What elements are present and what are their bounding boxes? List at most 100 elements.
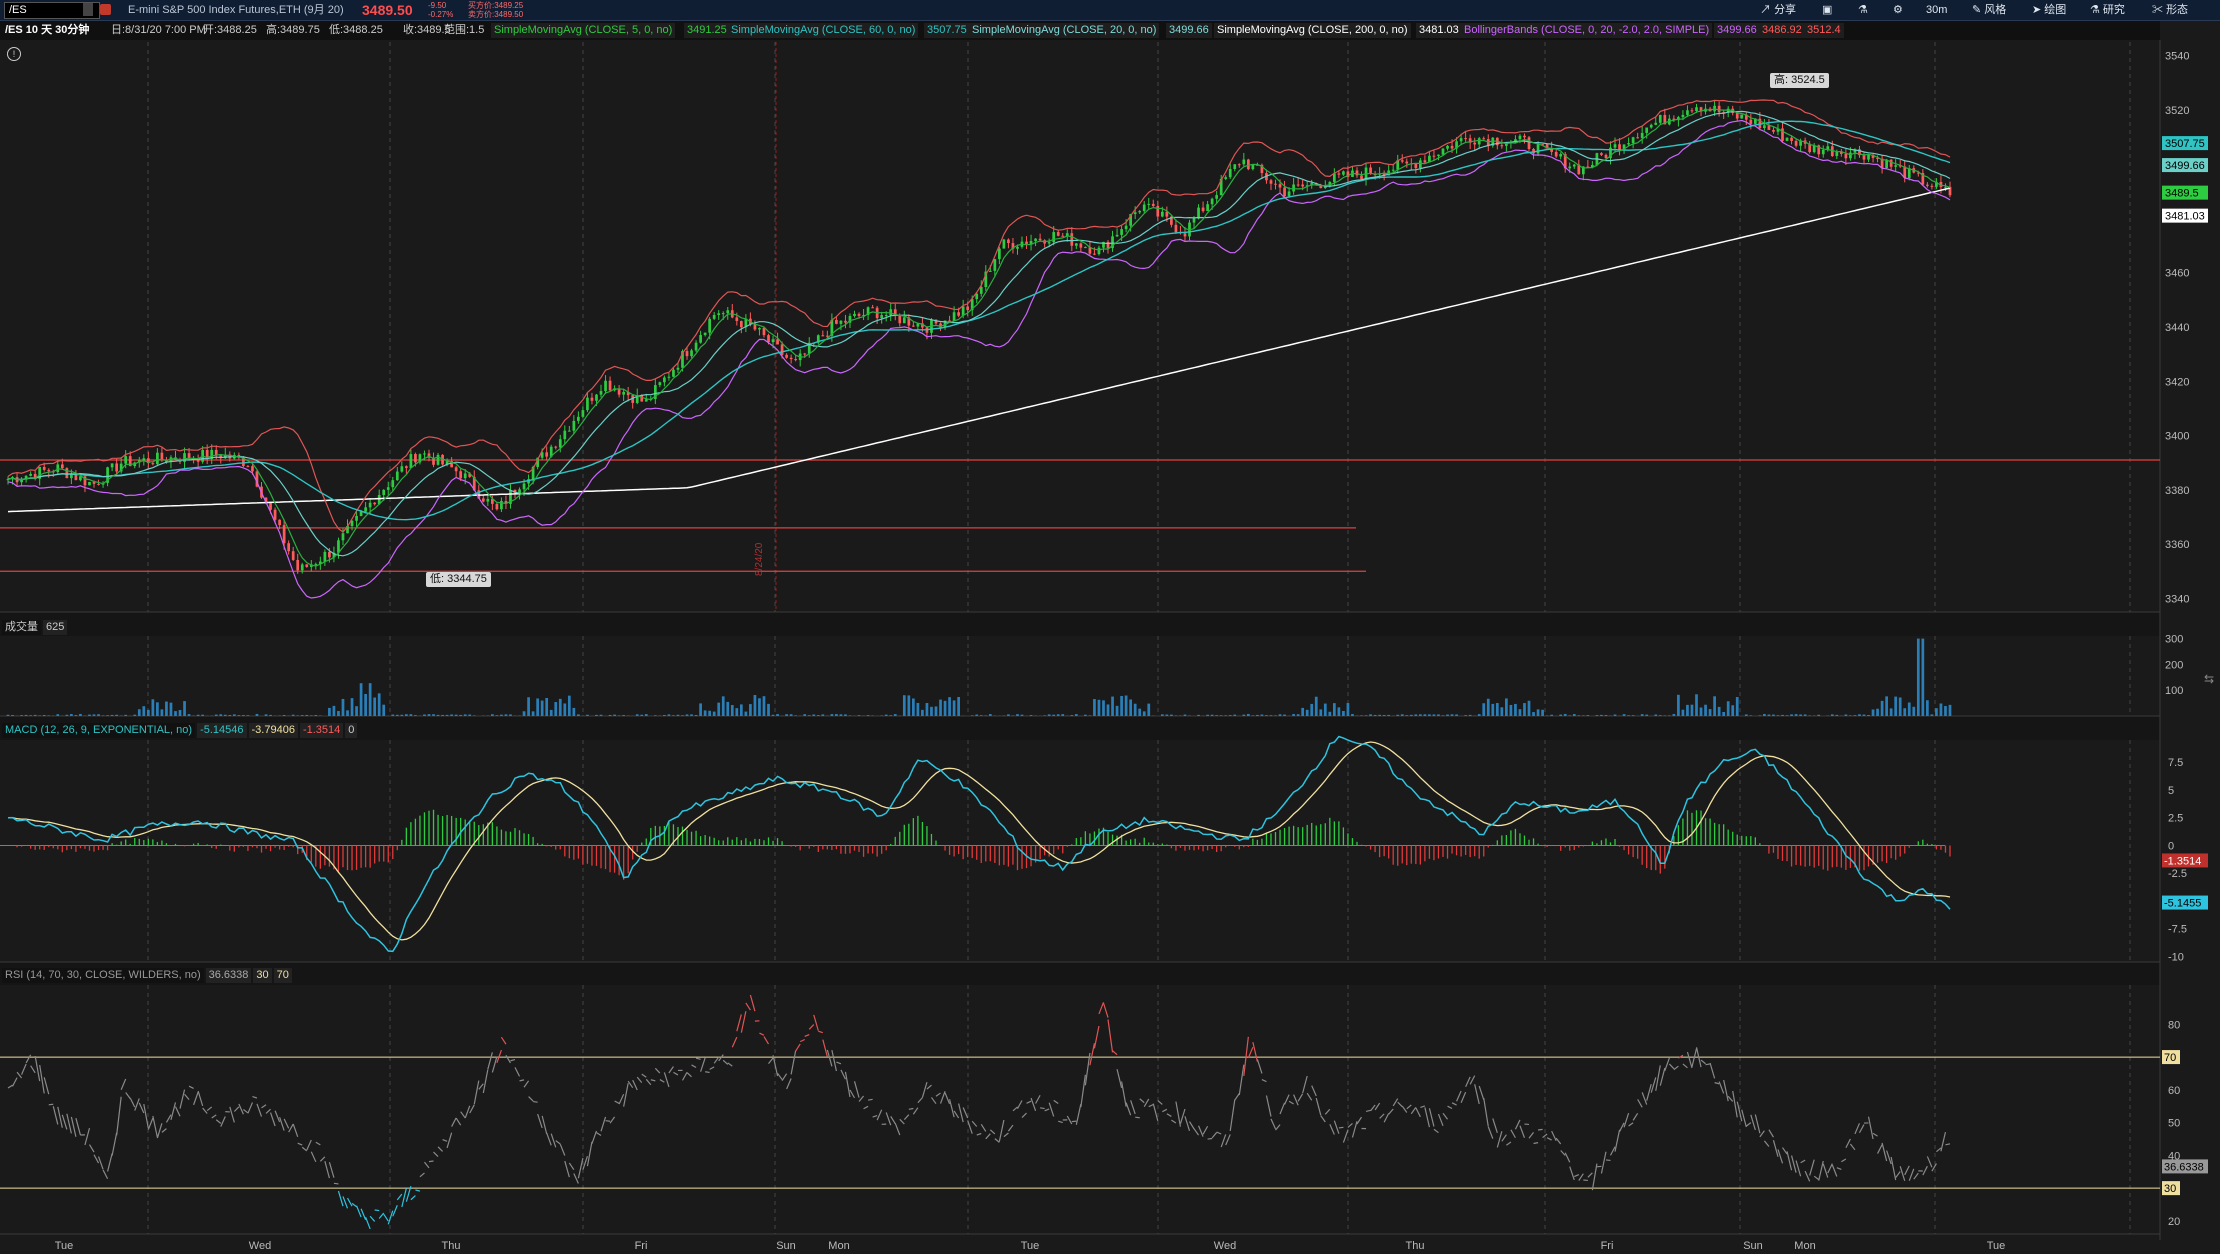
rsi-line-segment xyxy=(1044,1108,1050,1112)
rsi-line-segment xyxy=(161,1128,167,1133)
rsi-line-segment xyxy=(994,1138,1000,1143)
volume-bar xyxy=(536,698,539,716)
volume-bar xyxy=(1817,714,1821,716)
info-icon[interactable]: ! xyxy=(7,47,21,61)
rsi-line-segment xyxy=(1220,1134,1227,1148)
volume-value: 625 xyxy=(43,620,68,635)
volume-bar xyxy=(1206,714,1209,716)
volume-bar xyxy=(540,700,544,716)
volume-bar xyxy=(1867,714,1870,716)
candle-body xyxy=(1007,239,1010,244)
rsi-line-segment xyxy=(1465,1076,1471,1087)
candle-body xyxy=(1695,107,1698,112)
rsi-line-segment xyxy=(681,1072,688,1081)
candle-body xyxy=(1735,112,1739,119)
macd-zero: 0 xyxy=(345,723,358,738)
rsi-line-segment xyxy=(849,1089,856,1099)
volume-bar xyxy=(1170,714,1173,716)
rsi-panel[interactable] xyxy=(0,994,2160,1230)
chart-canvas: 3540352035003480346034403420340033803360… xyxy=(0,40,2208,1252)
rsi-line-segment xyxy=(1270,1118,1277,1130)
volume-bar xyxy=(681,715,684,716)
candle-body xyxy=(423,453,426,455)
volume-bar xyxy=(835,714,838,716)
volume-bar xyxy=(563,703,567,716)
candle-body xyxy=(912,325,915,327)
rsi-line-segment xyxy=(1673,1065,1679,1071)
volume-bar xyxy=(613,714,616,716)
rsi-line-segment xyxy=(822,1039,828,1057)
candle-body xyxy=(1867,155,1870,160)
rsi-line-segment xyxy=(1089,1043,1096,1066)
candle-body xyxy=(405,466,408,469)
rsi-line-segment xyxy=(1162,1108,1168,1113)
volume-bar xyxy=(635,714,639,716)
rsi-line-segment xyxy=(1668,1063,1675,1070)
macd-panel[interactable] xyxy=(0,735,1951,953)
rsi-line-segment xyxy=(749,994,756,1012)
candle-body xyxy=(1251,164,1255,170)
rsi-line-segment xyxy=(1053,1099,1059,1104)
candle-body xyxy=(1749,119,1753,124)
volume-bar xyxy=(242,715,245,716)
volume-bar xyxy=(495,715,499,716)
candle-body xyxy=(663,377,666,383)
volume-bar xyxy=(509,714,512,716)
volume-bar xyxy=(912,698,915,716)
rsi-line-segment xyxy=(618,1094,625,1105)
volume-bar xyxy=(1142,711,1146,716)
rsi-line-segment xyxy=(238,1103,244,1115)
volume-bar xyxy=(1351,714,1354,716)
rsi-line-segment xyxy=(1804,1170,1811,1182)
volume-bar xyxy=(749,704,752,716)
rsi-line-segment xyxy=(1831,1164,1838,1177)
volume-bar xyxy=(703,710,707,716)
volume-bar xyxy=(1744,714,1748,716)
rsi-line-segment xyxy=(1614,1129,1621,1152)
rsi-line-segment xyxy=(1587,1172,1593,1178)
volume-bar xyxy=(1849,715,1852,716)
x-axis-label: Mon xyxy=(1794,1240,1815,1252)
rsi-line-segment xyxy=(229,1106,235,1123)
volume-bar xyxy=(1016,714,1019,716)
rsi-label[interactable]: RSI (14, 70, 30, CLOSE, WILDERS, no) xyxy=(2,968,204,983)
volume-bar xyxy=(988,714,992,716)
volume-bar xyxy=(1147,703,1151,716)
volume-bar xyxy=(1631,715,1635,716)
volume-bar xyxy=(1500,707,1504,716)
macd-label[interactable]: MACD (12, 26, 9, EXPONENTIAL, no) xyxy=(2,723,196,738)
candle-body xyxy=(988,270,992,272)
candle-body xyxy=(1423,160,1427,163)
volume-bar xyxy=(667,714,671,716)
rsi-line-segment xyxy=(111,1132,118,1156)
volume-bar xyxy=(1876,708,1879,716)
rsi-line-segment xyxy=(1754,1114,1761,1134)
rsi-line-segment xyxy=(1130,1100,1136,1115)
volume-bar xyxy=(1120,695,1123,716)
price-panel[interactable] xyxy=(0,99,2160,599)
volume-bar xyxy=(690,714,693,716)
candle-body xyxy=(1237,164,1241,166)
volume-bar xyxy=(1165,714,1169,716)
x-axis-label: Mon xyxy=(828,1240,849,1252)
rsi-line-segment xyxy=(1890,1156,1897,1181)
rsi-line-segment xyxy=(998,1119,1005,1142)
rsi-line-segment xyxy=(980,1124,987,1132)
volume-bar xyxy=(1124,695,1128,716)
rsi-line-segment xyxy=(1546,1137,1552,1141)
rsi-line-segment xyxy=(1745,1122,1752,1127)
rsi-line-segment xyxy=(722,1059,729,1065)
rsi-line-segment xyxy=(813,1014,819,1031)
rsi-line-segment xyxy=(1881,1142,1888,1162)
volume-panel[interactable] xyxy=(6,638,1952,716)
volume-bar xyxy=(531,711,535,716)
volume-label[interactable]: 成交量 xyxy=(2,620,41,635)
volume-bar xyxy=(893,714,897,716)
rsi-line-segment xyxy=(1420,1105,1426,1109)
rsi-line-segment xyxy=(1574,1173,1580,1178)
rsi-line-segment xyxy=(1040,1107,1045,1110)
expand-panel-icon[interactable]: ⇆ xyxy=(2204,672,2214,686)
rsi-line-segment xyxy=(415,1189,421,1192)
volume-bar xyxy=(29,715,32,716)
volume-bar xyxy=(640,714,644,716)
